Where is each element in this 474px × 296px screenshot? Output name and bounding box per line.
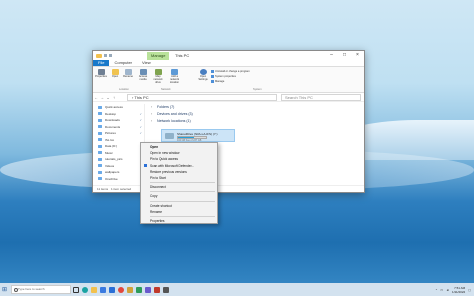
volume-icon[interactable]: ◄ <box>446 288 449 292</box>
menu-separator <box>150 215 215 217</box>
network-drive-item[interactable]: SharedFiles (\\RA-LA-IFS) (Y:) 104 GB fr… <box>161 129 235 142</box>
open-button[interactable]: Open <box>109 69 121 79</box>
manage-icon <box>211 80 214 83</box>
app-icon[interactable] <box>125 283 134 296</box>
notification-icon[interactable]: ▢ <box>468 288 471 292</box>
access-media-button[interactable]: Access media <box>137 69 149 82</box>
menu-item-copy[interactable]: Copy <box>141 193 217 199</box>
group-network: Network <box>161 88 171 91</box>
contextual-tab-header[interactable]: Manage <box>147 52 170 60</box>
quick-access-toolbar-icon[interactable] <box>104 54 107 57</box>
minimize-button[interactable]: – <box>325 51 338 59</box>
close-button[interactable]: × <box>351 51 364 59</box>
folder-icon <box>96 53 102 58</box>
taskbar-search-input[interactable]: Type here to search <box>11 285 71 294</box>
taskbar: ⊞ Type here to search ^ ▭ ◄ 7:51 AM 1/11… <box>0 283 474 296</box>
menu-item-pin-start[interactable]: Pin to Start <box>141 175 217 181</box>
app-icon[interactable] <box>134 283 143 296</box>
selection-count: 1 item selected <box>111 187 132 191</box>
search-input[interactable]: Search This PC <box>281 94 361 101</box>
app-icon[interactable] <box>152 283 161 296</box>
tab-computer[interactable]: Computer <box>109 60 137 66</box>
menu-separator <box>150 200 215 202</box>
ribbon-tabs: File Computer View Drive Tools <box>93 60 364 89</box>
mail-icon[interactable] <box>107 283 116 296</box>
title-bar[interactable]: Manage This PC – □ × <box>93 51 364 60</box>
tab-view[interactable]: View <box>137 60 156 66</box>
section-network-locations[interactable]: Network locations (1) <box>149 118 364 125</box>
maximize-button[interactable]: □ <box>338 51 351 59</box>
navigation-pane: Quick access Desktop ✓ Downloads ✓ Documen… <box>93 104 145 186</box>
app-icon[interactable] <box>143 283 152 296</box>
file-explorer-window: Manage This PC – □ × File Computer View … <box>92 50 365 193</box>
item-count: 11 items <box>97 187 109 191</box>
tab-file[interactable]: File <box>93 60 110 66</box>
map-network-drive-button[interactable]: Map network drive <box>151 69 165 84</box>
system-icon <box>211 75 214 78</box>
store-icon[interactable] <box>98 283 107 296</box>
address-bar-row: ← → ⌄ ↑ › This PC Search This PC <box>93 93 364 102</box>
network-icon[interactable]: ▭ <box>440 288 443 292</box>
windows-icon[interactable]: ⊞ <box>0 283 9 296</box>
properties-button[interactable]: Properties <box>95 69 107 79</box>
manage-link[interactable]: Manage <box>211 80 224 83</box>
uninstall-program-link[interactable]: Uninstall or change a program <box>211 70 250 73</box>
clock[interactable]: 7:51 AM 1/11/2022 <box>452 286 465 294</box>
programs-icon <box>211 70 214 73</box>
group-location: Location <box>119 88 129 91</box>
menu-item-properties[interactable]: Properties <box>141 218 217 224</box>
sidebar-item-onedrive[interactable]: OneDrive <box>93 176 144 183</box>
open-settings-button[interactable]: Open Settings <box>197 69 209 82</box>
drive-icon <box>165 133 174 139</box>
window-title: This PC <box>175 53 190 58</box>
menu-item-disconnect[interactable]: Disconnect <box>141 184 217 190</box>
system-properties-link[interactable]: System properties <box>211 75 236 78</box>
file-explorer-icon[interactable] <box>89 283 98 296</box>
ribbon: Properties Open Rename Access media Map … <box>93 67 364 93</box>
section-devices-drives[interactable]: Devices and drives (3) <box>149 111 364 118</box>
drive-name: SharedFiles (\\RA-LA-IFS) (Y:) <box>177 131 218 136</box>
context-menu: Open Open in new window Pin to Quick acc… <box>140 142 218 224</box>
shield-icon <box>144 164 147 168</box>
menu-item-rename[interactable]: Rename <box>141 209 217 215</box>
quick-access-toolbar-icon[interactable] <box>109 54 112 57</box>
add-network-location-button[interactable]: Add a network location <box>167 69 182 84</box>
rename-button[interactable]: Rename <box>122 69 134 79</box>
app-icon[interactable] <box>161 283 170 296</box>
task-view-icon[interactable] <box>71 283 80 296</box>
menu-separator <box>150 191 215 193</box>
group-system: System <box>253 88 262 91</box>
menu-separator <box>150 182 215 184</box>
chrome-icon[interactable] <box>116 283 125 296</box>
edge-icon[interactable] <box>80 283 89 296</box>
up-button[interactable]: ↑ <box>111 95 117 100</box>
address-field[interactable]: › This PC <box>127 94 277 101</box>
system-tray: ^ ▭ ◄ 7:51 AM 1/11/2022 ▢ <box>436 283 471 296</box>
section-folders[interactable]: Folders (7) <box>149 104 364 111</box>
chevron-up-icon[interactable]: ^ <box>436 288 437 292</box>
status-bar: 11 items 1 item selected <box>93 185 364 192</box>
